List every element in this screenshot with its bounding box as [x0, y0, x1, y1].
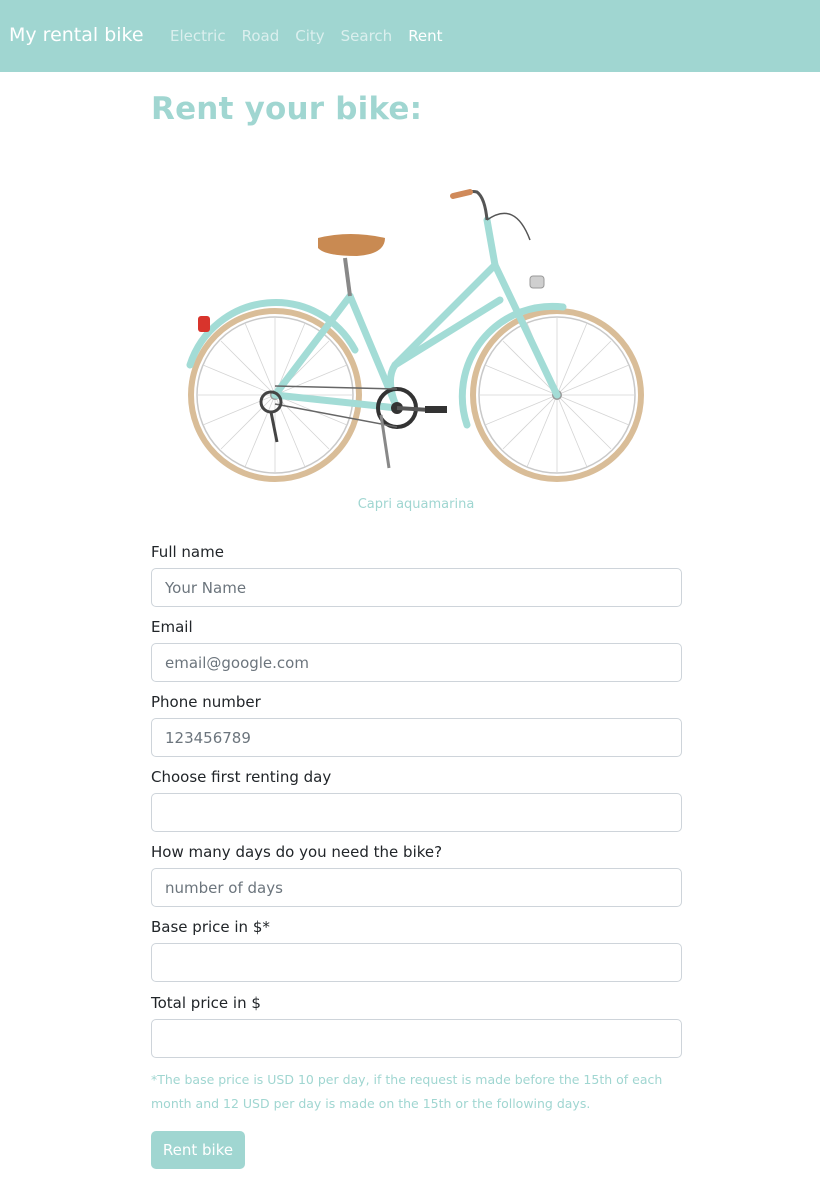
page-title: Rent your bike:	[151, 91, 423, 127]
nav-links: Electric Road City Search Rent	[170, 27, 459, 45]
phone-group: Phone number	[151, 693, 682, 757]
full-name-input[interactable]	[151, 568, 682, 607]
nav-link-electric[interactable]: Electric	[170, 27, 226, 45]
navbar: My rental bike Electric Road City Search…	[0, 0, 820, 72]
nav-link-search[interactable]: Search	[341, 27, 393, 45]
full-name-label: Full name	[151, 543, 224, 561]
total-price-input[interactable]	[151, 1019, 682, 1058]
days-label: How many days do you need the bike?	[151, 843, 443, 861]
days-group: How many days do you need the bike?	[151, 843, 682, 907]
navbar-brand[interactable]: My rental bike	[9, 24, 144, 46]
bicycle-illustration	[186, 189, 644, 482]
first-day-label: Choose first renting day	[151, 768, 332, 786]
nav-link-city[interactable]: City	[295, 27, 324, 45]
days-input[interactable]	[151, 868, 682, 907]
phone-input[interactable]	[151, 718, 682, 757]
rent-bike-button[interactable]: Rent bike	[151, 1131, 245, 1169]
base-price-group: Base price in $*	[151, 918, 682, 982]
bike-caption: Capri aquamarina	[357, 497, 475, 512]
first-day-input[interactable]	[151, 793, 682, 832]
price-note: *The base price is USD 10 per day, if th…	[151, 1072, 663, 1111]
total-price-group: Total price in $	[151, 994, 682, 1058]
bike-image	[185, 180, 647, 488]
full-name-group: Full name	[151, 543, 682, 607]
base-price-input[interactable]	[151, 943, 682, 982]
total-price-label: Total price in $	[151, 994, 261, 1012]
first-day-group: Choose first renting day	[151, 768, 682, 832]
nav-link-rent[interactable]: Rent	[408, 27, 442, 45]
nav-link-road[interactable]: Road	[242, 27, 280, 45]
email-label: Email	[151, 618, 193, 636]
email-input[interactable]	[151, 643, 682, 682]
base-price-label: Base price in $*	[151, 918, 270, 936]
email-group: Email	[151, 618, 682, 682]
phone-label: Phone number	[151, 693, 261, 711]
